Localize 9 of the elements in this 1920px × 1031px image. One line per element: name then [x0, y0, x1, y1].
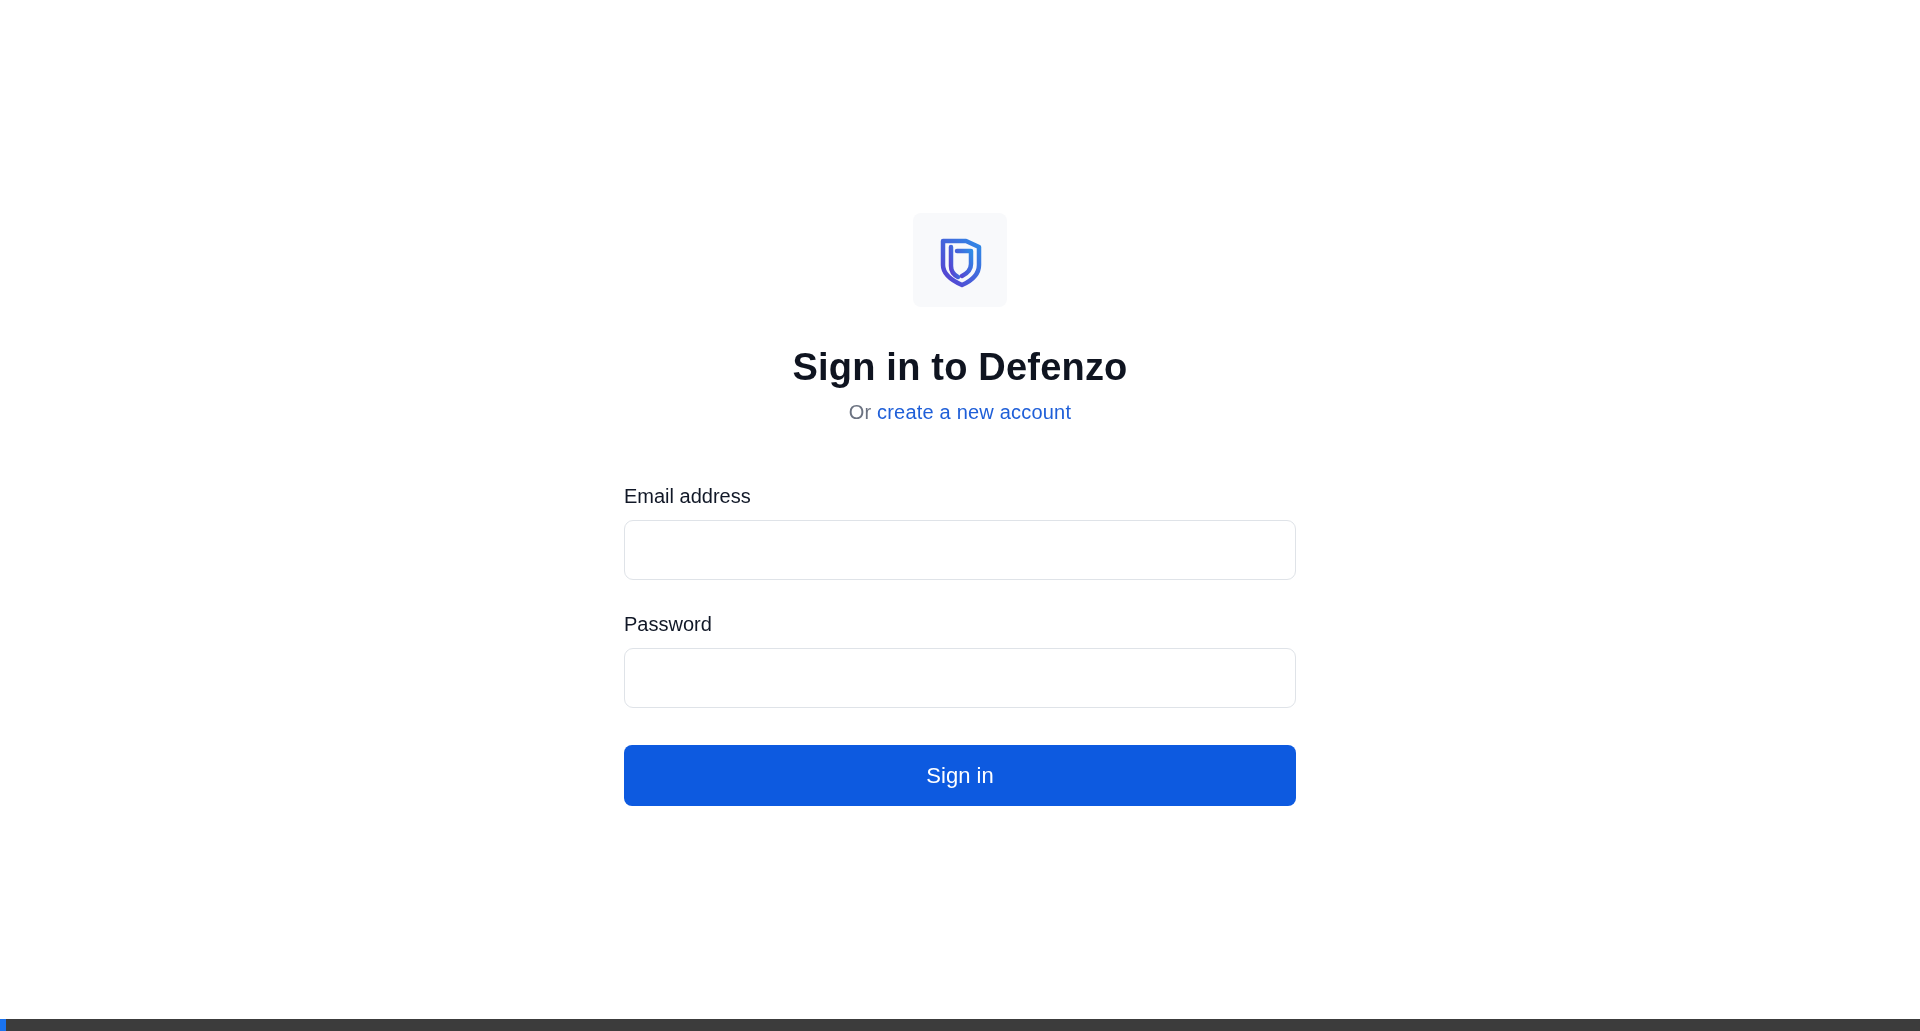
shield-icon [913, 213, 1007, 307]
sign-in-button[interactable]: Sign in [624, 745, 1296, 806]
input-field[interactable] [624, 520, 1296, 580]
field-label: Email address [624, 484, 751, 509]
page-heading: Sign in to Defenzo [792, 345, 1128, 389]
or-text: Or [848, 400, 872, 425]
field-label: Password [624, 612, 712, 637]
input-field[interactable] [624, 648, 1296, 708]
create-account-link[interactable]: create a new account [877, 399, 1072, 425]
